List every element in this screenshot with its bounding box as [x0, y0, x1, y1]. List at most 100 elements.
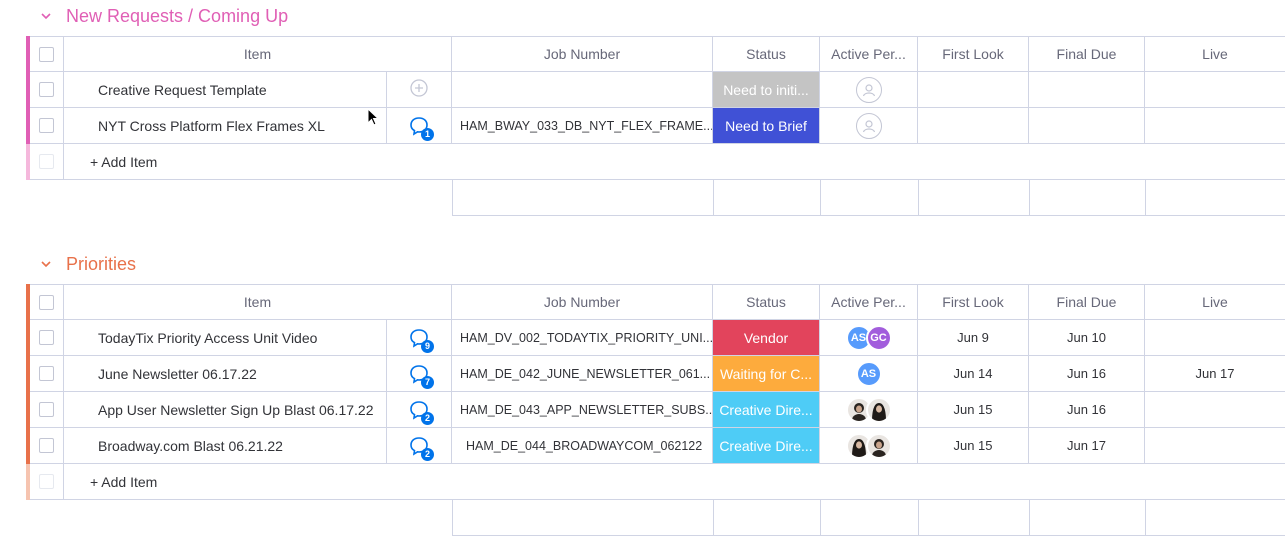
add-update-icon[interactable]: [409, 78, 429, 101]
active-person-cell[interactable]: AS GC: [820, 320, 918, 356]
status-label[interactable]: Creative Dire...: [713, 392, 820, 428]
table-row[interactable]: App User Newsletter Sign Up Blast 06.17.…: [26, 392, 1285, 428]
chevron-down-icon[interactable]: [38, 256, 54, 272]
item-name[interactable]: TodayTix Priority Access Unit Video: [64, 320, 387, 356]
first-look-date[interactable]: Jun 15: [918, 428, 1029, 464]
live-date[interactable]: [1145, 72, 1285, 108]
updates-count-badge: 1: [421, 127, 434, 141]
table-row[interactable]: NYT Cross Platform Flex Frames XL 1 HAM_…: [26, 108, 1285, 144]
select-all-cell: [30, 284, 64, 320]
active-person-cell[interactable]: [820, 72, 918, 108]
column-header-active-person[interactable]: Active Per...: [820, 284, 918, 320]
table-row[interactable]: Broadway.com Blast 06.21.22 2 HAM_DE_044…: [26, 428, 1285, 464]
column-header-status[interactable]: Status: [713, 284, 820, 320]
final-due-date[interactable]: [1029, 108, 1145, 144]
live-date[interactable]: Jun 17: [1145, 356, 1285, 392]
column-header-final-due[interactable]: Final Due: [1029, 284, 1145, 320]
job-number[interactable]: HAM_DE_042_JUNE_NEWSLETTER_061...: [452, 356, 713, 392]
column-header-first-look[interactable]: First Look: [918, 36, 1029, 72]
live-date[interactable]: [1145, 108, 1285, 144]
first-look-date[interactable]: [918, 72, 1029, 108]
first-look-date[interactable]: Jun 14: [918, 356, 1029, 392]
conversation-icon[interactable]: 7: [408, 363, 434, 389]
chevron-down-icon[interactable]: [38, 8, 54, 24]
final-due-date[interactable]: [1029, 72, 1145, 108]
row-checkbox[interactable]: [39, 366, 54, 381]
add-item-input[interactable]: + Add Item: [64, 144, 1285, 180]
final-due-date[interactable]: Jun 10: [1029, 320, 1145, 356]
job-number[interactable]: HAM_DE_043_APP_NEWSLETTER_SUBS...: [452, 392, 713, 428]
updates-cell[interactable]: 2: [387, 428, 452, 464]
first-look-date[interactable]: Jun 9: [918, 320, 1029, 356]
active-person-cell[interactable]: AS: [820, 356, 918, 392]
group-title[interactable]: New Requests / Coming Up: [66, 6, 288, 27]
live-date[interactable]: [1145, 320, 1285, 356]
row-checkbox[interactable]: [39, 330, 54, 345]
job-number[interactable]: HAM_DV_002_TODAYTIX_PRIORITY_UNI...: [452, 320, 713, 356]
conversation-icon[interactable]: 2: [408, 435, 434, 461]
column-header-live[interactable]: Live: [1145, 284, 1285, 320]
row-checkbox[interactable]: [39, 402, 54, 417]
group-title[interactable]: Priorities: [66, 254, 136, 275]
select-all-checkbox[interactable]: [39, 46, 54, 62]
column-header-item[interactable]: Item: [64, 284, 452, 320]
item-name[interactable]: App User Newsletter Sign Up Blast 06.17.…: [64, 392, 387, 428]
column-header-job-number[interactable]: Job Number: [452, 36, 713, 72]
column-header-item[interactable]: Item: [64, 36, 452, 72]
column-header-first-look[interactable]: First Look: [918, 284, 1029, 320]
job-number[interactable]: HAM_DE_044_BROADWAYCOM_062122: [452, 428, 713, 464]
updates-cell[interactable]: 9: [387, 320, 452, 356]
job-number[interactable]: [452, 72, 713, 108]
select-all-checkbox[interactable]: [39, 294, 54, 310]
add-item-input[interactable]: + Add Item: [64, 464, 1285, 500]
updates-cell[interactable]: 1: [387, 108, 452, 144]
updates-cell[interactable]: 2: [387, 392, 452, 428]
item-name[interactable]: Broadway.com Blast 06.21.22: [64, 428, 387, 464]
final-due-date[interactable]: Jun 16: [1029, 356, 1145, 392]
active-person-cell[interactable]: [820, 392, 918, 428]
status-label[interactable]: Need to Brief: [713, 108, 820, 144]
column-header-job-number[interactable]: Job Number: [452, 284, 713, 320]
active-person-cell[interactable]: [820, 428, 918, 464]
avatar-as[interactable]: AS: [855, 360, 882, 387]
item-name[interactable]: Creative Request Template: [64, 72, 387, 108]
first-look-date[interactable]: Jun 15: [918, 392, 1029, 428]
item-name[interactable]: June Newsletter 06.17.22: [64, 356, 387, 392]
conversation-icon[interactable]: 9: [408, 327, 434, 353]
updates-cell[interactable]: [387, 72, 452, 108]
row-checkbox[interactable]: [39, 118, 54, 133]
row-checkbox[interactable]: [39, 438, 54, 453]
status-label[interactable]: Vendor: [713, 320, 820, 356]
row-checkbox[interactable]: [39, 82, 54, 97]
live-date[interactable]: [1145, 428, 1285, 464]
status-label[interactable]: Creative Dire...: [713, 428, 820, 464]
first-look-date[interactable]: [918, 108, 1029, 144]
table-row[interactable]: Creative Request Template Need to initi.…: [26, 72, 1285, 108]
status-label[interactable]: Waiting for C...: [713, 356, 820, 392]
avatar-photo[interactable]: [865, 432, 892, 459]
column-header-status[interactable]: Status: [713, 36, 820, 72]
active-person-cell[interactable]: [820, 108, 918, 144]
table-header-row: Item Job Number Status Active Per... Fir…: [26, 36, 1285, 72]
live-date[interactable]: [1145, 392, 1285, 428]
job-number[interactable]: HAM_BWAY_033_DB_NYT_FLEX_FRAME...: [452, 108, 713, 144]
table-row[interactable]: June Newsletter 06.17.22 7 HAM_DE_042_JU…: [26, 356, 1285, 392]
person-icon[interactable]: [855, 112, 882, 139]
updates-cell[interactable]: 7: [387, 356, 452, 392]
conversation-icon[interactable]: 1: [408, 115, 434, 141]
column-header-active-person[interactable]: Active Per...: [820, 36, 918, 72]
person-icon[interactable]: [855, 76, 882, 103]
item-name[interactable]: NYT Cross Platform Flex Frames XL: [64, 108, 387, 144]
final-due-date[interactable]: Jun 16: [1029, 392, 1145, 428]
conversation-icon[interactable]: 2: [408, 399, 434, 425]
final-due-date[interactable]: Jun 17: [1029, 428, 1145, 464]
group-header: New Requests / Coming Up: [38, 3, 288, 29]
table-header-row: Item Job Number Status Active Per... Fir…: [26, 284, 1285, 320]
column-header-live[interactable]: Live: [1145, 36, 1285, 72]
table-row[interactable]: TodayTix Priority Access Unit Video 9 HA…: [26, 320, 1285, 356]
row-select-cell: [30, 320, 64, 356]
avatar-gc[interactable]: GC: [865, 324, 892, 351]
column-header-final-due[interactable]: Final Due: [1029, 36, 1145, 72]
status-label[interactable]: Need to initi...: [713, 72, 820, 108]
avatar-photo[interactable]: [865, 396, 892, 423]
